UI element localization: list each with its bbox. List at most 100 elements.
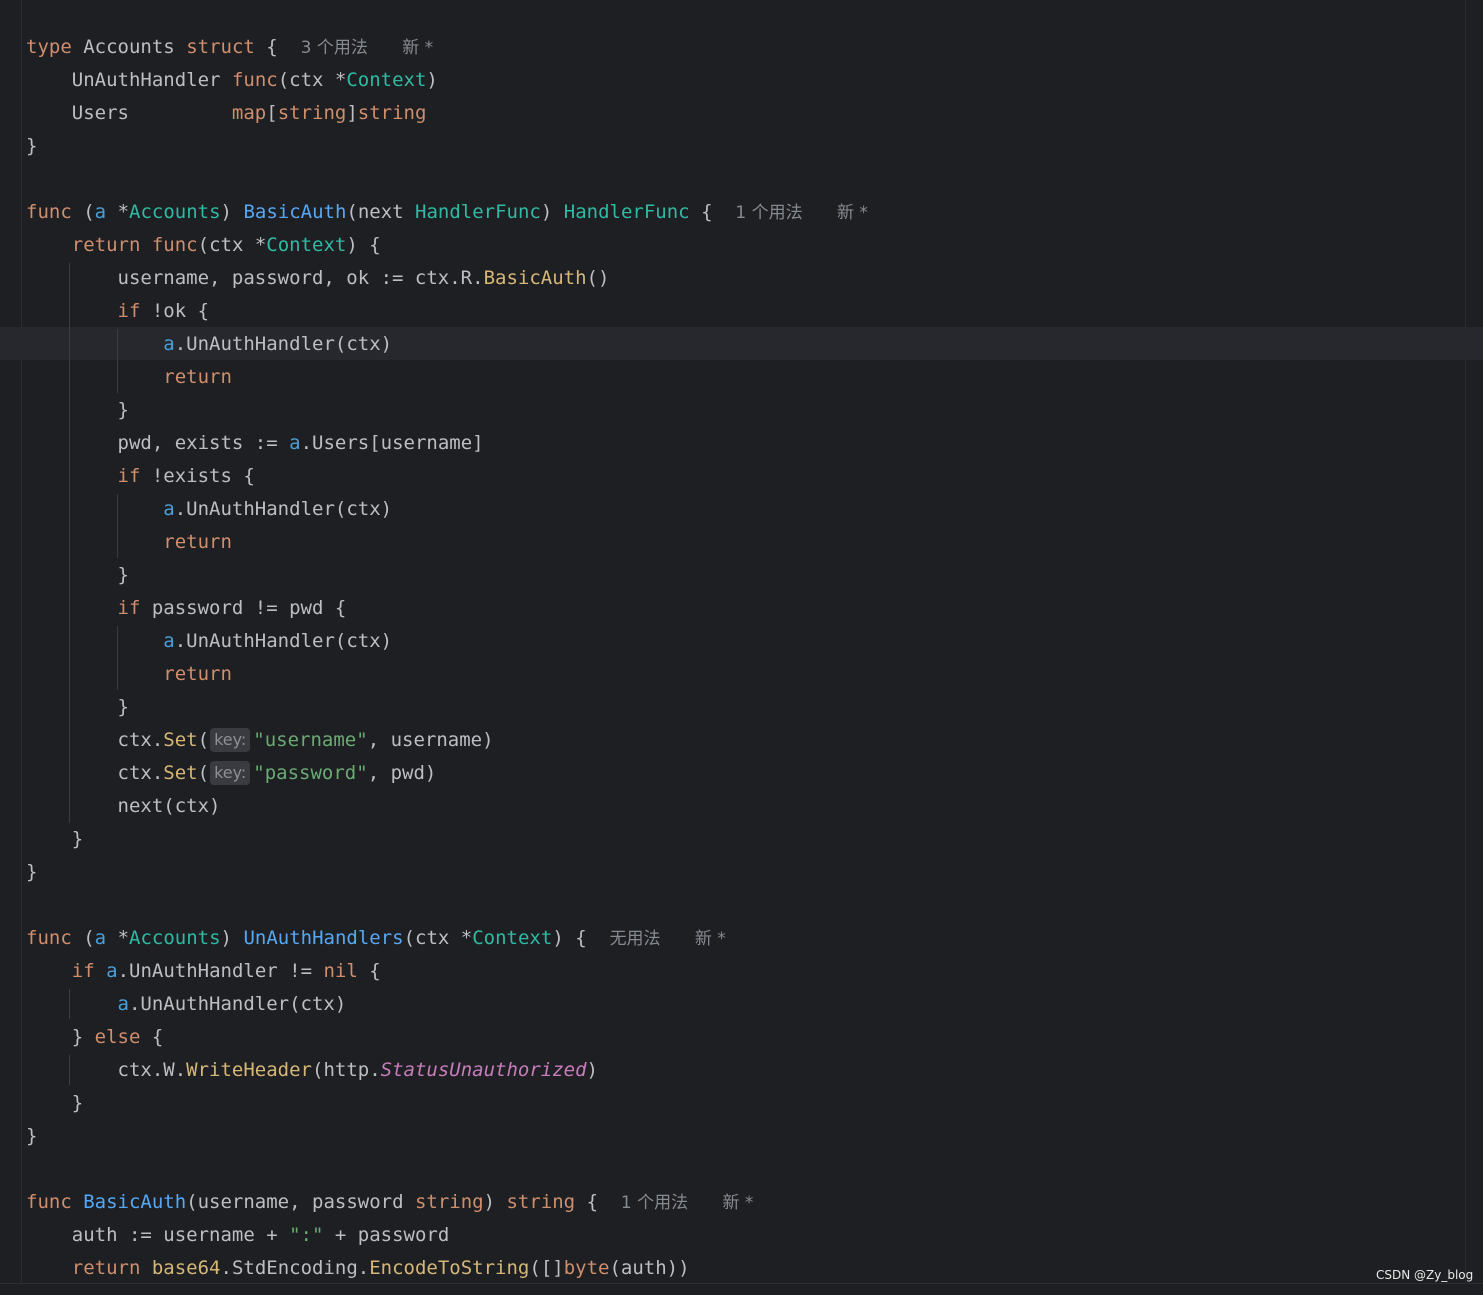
code-text: .UnAuthHandler != [117, 960, 324, 982]
code-line[interactable]: if a.UnAuthHandler != nil { [26, 955, 381, 988]
code-line[interactable]: a.UnAuthHandler(ctx) [26, 493, 392, 526]
code-line[interactable]: ctx.Set(key: "username", username) [26, 724, 494, 757]
function-name: BasicAuth [83, 1191, 187, 1213]
code-line[interactable]: } [26, 1087, 83, 1120]
code-line[interactable]: next(ctx) [26, 790, 221, 823]
method-call: BasicAuth [483, 267, 587, 289]
code-line[interactable]: pwd, exists := a.Users[username] [26, 427, 484, 460]
code-line[interactable]: type Accounts struct { 3 个用法 新 * [26, 31, 433, 64]
code-text: ( [83, 201, 95, 223]
code-text: ([] [529, 1257, 564, 1279]
code-line[interactable]: } [26, 130, 37, 163]
usage-hint[interactable]: 3 个用法 [301, 38, 368, 58]
code-line[interactable]: } [26, 823, 83, 856]
code-text: username, password, ok := ctx.R. [117, 267, 484, 289]
code-line[interactable]: } [26, 394, 129, 427]
gutter-border [21, 0, 22, 1283]
code-text: ctx. [117, 762, 164, 784]
code-line[interactable]: return [26, 526, 232, 559]
code-text: (auth)) [609, 1257, 690, 1279]
type-ref: HandlerFunc [563, 201, 690, 223]
keyword: struct [186, 36, 255, 58]
code-text: (ctx * [197, 234, 267, 256]
code-line[interactable]: ctx.W.WriteHeader(http.StatusUnauthorize… [26, 1054, 598, 1087]
author-hint[interactable]: 新 * [695, 929, 726, 949]
code-text: { [357, 960, 381, 982]
brace: } [26, 1125, 38, 1147]
code-line[interactable]: func (a *Accounts) UnAuthHandlers(ctx *C… [26, 922, 726, 955]
code-line[interactable]: return base64.StdEncoding.EncodeToString… [26, 1252, 690, 1285]
code-line[interactable]: return [26, 361, 232, 394]
bottom-border [0, 1283, 1483, 1295]
code-line[interactable]: if password != pwd { [26, 592, 347, 625]
author-hint[interactable]: 新 * [837, 203, 868, 223]
method-call: Set [163, 729, 198, 751]
keyword: return [71, 1257, 141, 1279]
code-line[interactable]: } [26, 559, 129, 592]
keyword: if [117, 465, 141, 487]
keyword: func [26, 201, 72, 223]
usage-hint[interactable]: 1 个用法 [735, 203, 802, 223]
code-line[interactable]: } else { [26, 1021, 164, 1054]
code-text: (ctx * [277, 69, 347, 91]
keyword: func [151, 234, 198, 256]
brace: } [71, 828, 84, 850]
code-line[interactable]: func BasicAuth(username, password string… [26, 1186, 753, 1219]
code-editor[interactable]: type Accounts struct { 3 个用法 新 * UnAuthH… [0, 0, 1483, 1283]
parameter-hint: key: [210, 761, 251, 785]
keyword: func [26, 1191, 72, 1213]
code-text: ) [220, 927, 232, 949]
receiver: a [94, 201, 107, 223]
keyword: return [71, 234, 141, 256]
code-line[interactable]: } [26, 1120, 37, 1153]
code-text: (http. [312, 1059, 381, 1081]
type-ref: Context [346, 69, 427, 91]
code-text: ) [586, 1059, 598, 1081]
type-ref: string [357, 102, 427, 124]
code-text: ) { [346, 234, 381, 256]
keyword: type [26, 36, 72, 58]
brace: { [266, 36, 278, 58]
code-line[interactable]: func (a *Accounts) BasicAuth(next Handle… [26, 196, 868, 229]
code-line[interactable]: return func(ctx *Context) { [26, 229, 381, 262]
usage-hint[interactable]: 无用法 [610, 929, 661, 949]
code-line[interactable]: if !exists { [26, 460, 255, 493]
brace: } [117, 399, 129, 421]
code-text: ) [552, 927, 564, 949]
brace: } [26, 861, 38, 883]
watermark: CSDN @Zy_blog [1376, 1268, 1474, 1282]
code-line[interactable]: a.UnAuthHandler(ctx) [26, 988, 347, 1021]
code-text: (next [346, 201, 416, 223]
type-ref: Context [266, 234, 347, 256]
code-line[interactable]: Users map[string]string [26, 97, 427, 130]
code-text: [ [266, 102, 278, 124]
code-text: (ctx * [403, 927, 473, 949]
code-line[interactable]: a.UnAuthHandler(ctx) [26, 625, 392, 658]
code-line[interactable]: } [26, 691, 129, 724]
code-text: .UnAuthHandler(ctx) [174, 630, 393, 652]
code-text: ) [220, 201, 232, 223]
code-line[interactable]: auth := username + ":" + password [26, 1219, 450, 1252]
receiver: a [163, 333, 175, 355]
receiver: a [163, 630, 175, 652]
type-ref: Context [472, 927, 553, 949]
author-hint[interactable]: 新 * [402, 38, 433, 58]
code-line[interactable]: a.UnAuthHandler(ctx) [26, 328, 392, 361]
brace: { [701, 201, 713, 223]
scrollbar-track[interactable] [1465, 0, 1466, 1283]
keyword: return [163, 531, 232, 553]
keyword: if [117, 597, 141, 619]
code-line[interactable]: UnAuthHandler func(ctx *Context) [26, 64, 438, 97]
code-text: ) [483, 1191, 507, 1213]
code-line[interactable]: ctx.Set(key: "password", pwd) [26, 757, 436, 790]
author-hint[interactable]: 新 * [722, 1193, 753, 1213]
receiver: a [163, 498, 175, 520]
code-line[interactable]: return [26, 658, 232, 691]
string-literal: "password" [253, 762, 368, 784]
code-text: ) [540, 201, 564, 223]
code-line[interactable]: username, password, ok := ctx.R.BasicAut… [26, 262, 610, 295]
code-line[interactable]: } [26, 856, 37, 889]
usage-hint[interactable]: 1 个用法 [621, 1193, 688, 1213]
code-line[interactable]: if !ok { [26, 295, 210, 328]
code-text: !exists { [140, 465, 255, 487]
